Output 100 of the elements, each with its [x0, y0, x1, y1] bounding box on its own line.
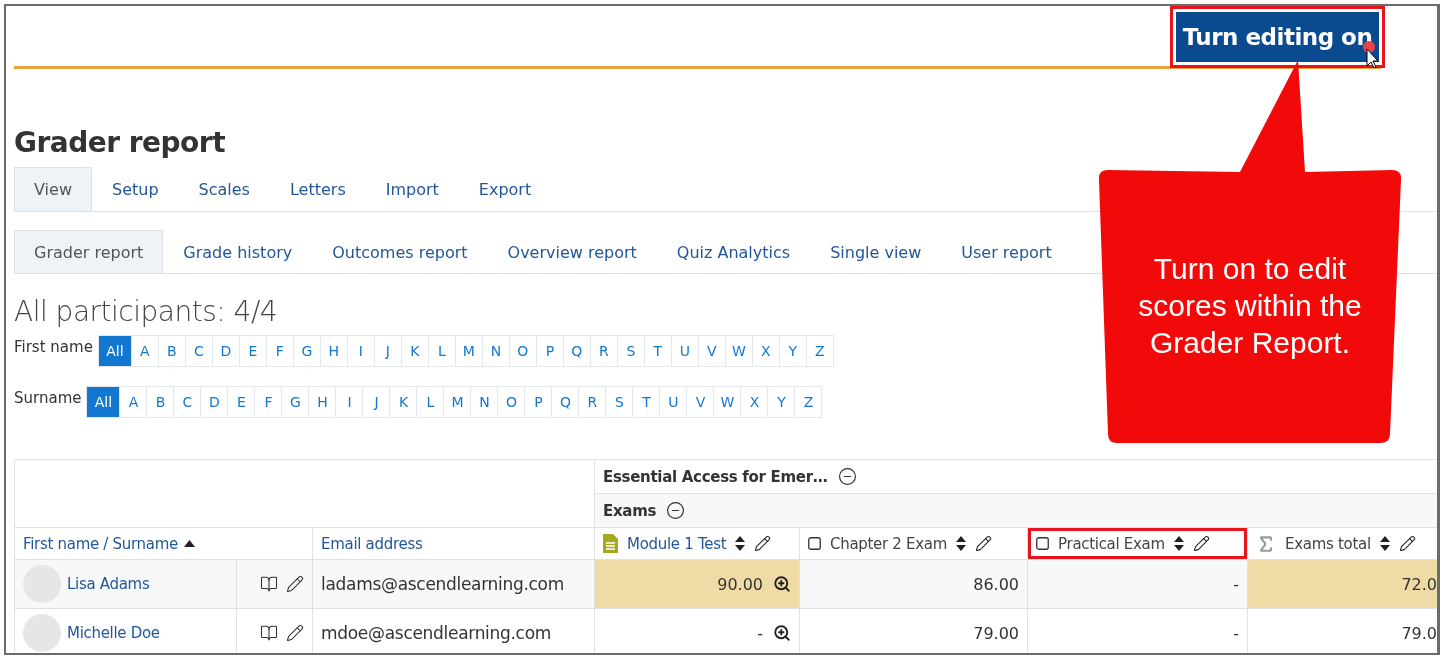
initial-letter[interactable]: T	[643, 335, 672, 367]
zoom-icon[interactable]	[773, 575, 792, 593]
sort-icon[interactable]	[956, 536, 967, 551]
initial-letter[interactable]: J	[362, 386, 391, 418]
initial-letter[interactable]: O	[497, 386, 526, 418]
initial-letter[interactable]: I	[335, 386, 364, 418]
initial-letter[interactable]: Q	[562, 335, 591, 367]
initial-letter[interactable]: D	[211, 335, 240, 367]
grade-value: -	[1233, 623, 1240, 643]
initial-letter[interactable]: V	[686, 386, 715, 418]
initial-letter[interactable]: I	[346, 335, 375, 367]
grade-value: -	[1233, 574, 1240, 594]
edit-icon[interactable]	[1398, 535, 1416, 552]
initial-letter[interactable]: E	[238, 335, 267, 367]
initial-bar-label: Surname	[14, 388, 82, 407]
subcategory-name: Exams	[603, 501, 657, 520]
report-tab[interactable]: Grader report	[14, 230, 164, 273]
edit-icon[interactable]	[286, 575, 304, 593]
initial-letter[interactable]: W	[724, 335, 753, 367]
grade-item-link[interactable]: Module 1 Test	[627, 534, 727, 553]
initial-letter[interactable]: S	[605, 386, 634, 418]
initial-letter[interactable]: G	[281, 386, 310, 418]
tab[interactable]: Export	[458, 167, 552, 211]
student-name[interactable]: Lisa Adams	[67, 575, 150, 593]
initial-letter[interactable]: T	[632, 386, 661, 418]
initial-letter[interactable]: R	[589, 335, 618, 367]
report-tab[interactable]: User report	[941, 230, 1072, 273]
edit-icon[interactable]	[286, 624, 304, 642]
tab[interactable]: View	[14, 167, 92, 211]
sort-icon[interactable]	[735, 536, 746, 551]
sort-icon[interactable]	[1173, 536, 1184, 551]
grade-item-name: Exams total	[1285, 534, 1371, 553]
report-tab[interactable]: Outcomes report	[312, 230, 488, 273]
initial-letter[interactable]: N	[470, 386, 499, 418]
initial-letter[interactable]: E	[227, 386, 256, 418]
grade-item-name: Practical Exam	[1058, 534, 1165, 553]
edit-icon[interactable]	[1192, 535, 1210, 552]
initial-letter[interactable]: H	[319, 335, 348, 367]
initial-letter[interactable]: J	[373, 335, 402, 367]
tab[interactable]: Import	[365, 167, 459, 211]
initial-letter[interactable]: F	[265, 335, 294, 367]
email-address: mdoe@ascendlearning.com	[321, 623, 552, 643]
initial-letter[interactable]: X	[740, 386, 769, 418]
book-icon[interactable]	[260, 624, 278, 642]
initial-letter[interactable]: U	[670, 335, 699, 367]
initial-letter[interactable]: Y	[767, 386, 796, 418]
initial-letter[interactable]: Z	[805, 335, 834, 367]
collapse-icon[interactable]	[666, 501, 686, 520]
student-name[interactable]: Michelle Doe	[67, 624, 160, 642]
grade-value: 79.0	[1401, 623, 1437, 643]
tab[interactable]: Letters	[269, 167, 366, 211]
initial-letter[interactable]: Q	[551, 386, 580, 418]
initial-bar-label: First name	[14, 337, 93, 356]
initial-letter[interactable]: X	[751, 335, 780, 367]
initial-letter[interactable]: D	[200, 386, 229, 418]
checkbox-icon	[808, 537, 822, 550]
initial-letter[interactable]: C	[184, 335, 213, 367]
initial-letter[interactable]: C	[173, 386, 202, 418]
grade-value: 90.00	[717, 574, 764, 594]
category-name: Essential Access for Emer…	[603, 467, 828, 486]
report-tab[interactable]: Single view	[810, 230, 942, 273]
initial-letter[interactable]: F	[254, 386, 283, 418]
initial-letter[interactable]: A	[130, 335, 159, 367]
book-icon[interactable]	[260, 575, 278, 593]
initial-letter[interactable]: All	[97, 335, 132, 367]
report-tab[interactable]: Grade history	[163, 230, 313, 273]
initial-letter[interactable]: M	[454, 335, 483, 367]
initial-letter[interactable]: B	[157, 335, 186, 367]
initial-letter[interactable]: N	[481, 335, 510, 367]
edit-icon[interactable]	[754, 535, 772, 552]
email-address: ladams@ascendlearning.com	[321, 574, 564, 594]
initial-letter[interactable]: Z	[794, 386, 823, 418]
report-tab[interactable]: Quiz Analytics	[656, 230, 811, 273]
initial-letter[interactable]: Y	[778, 335, 807, 367]
tab[interactable]: Scales	[178, 167, 270, 211]
initial-letter[interactable]: L	[427, 335, 456, 367]
initial-letter[interactable]: B	[146, 386, 175, 418]
initial-letter[interactable]: O	[508, 335, 537, 367]
initial-letter[interactable]: P	[524, 386, 553, 418]
initial-letter[interactable]: K	[400, 335, 429, 367]
collapse-icon[interactable]	[837, 467, 857, 486]
report-tab[interactable]: Overview report	[487, 230, 657, 273]
initial-letter[interactable]: R	[578, 386, 607, 418]
grade-value: 79.00	[973, 623, 1020, 643]
initial-letter[interactable]: All	[86, 386, 121, 418]
initial-letter[interactable]: V	[697, 335, 726, 367]
initial-letter[interactable]: S	[616, 335, 645, 367]
edit-icon[interactable]	[975, 535, 993, 552]
initial-letter[interactable]: A	[119, 386, 148, 418]
initial-letter[interactable]: U	[659, 386, 688, 418]
initial-letter[interactable]: P	[535, 335, 564, 367]
initial-letter[interactable]: H	[308, 386, 337, 418]
initial-letter[interactable]: G	[292, 335, 321, 367]
initial-letter[interactable]: L	[416, 386, 445, 418]
initial-letter[interactable]: W	[713, 386, 742, 418]
zoom-icon[interactable]	[773, 624, 792, 642]
initial-letter[interactable]: K	[389, 386, 418, 418]
initial-letter[interactable]: M	[443, 386, 472, 418]
tab[interactable]: Setup	[91, 167, 179, 211]
sort-icon[interactable]	[1379, 536, 1390, 551]
